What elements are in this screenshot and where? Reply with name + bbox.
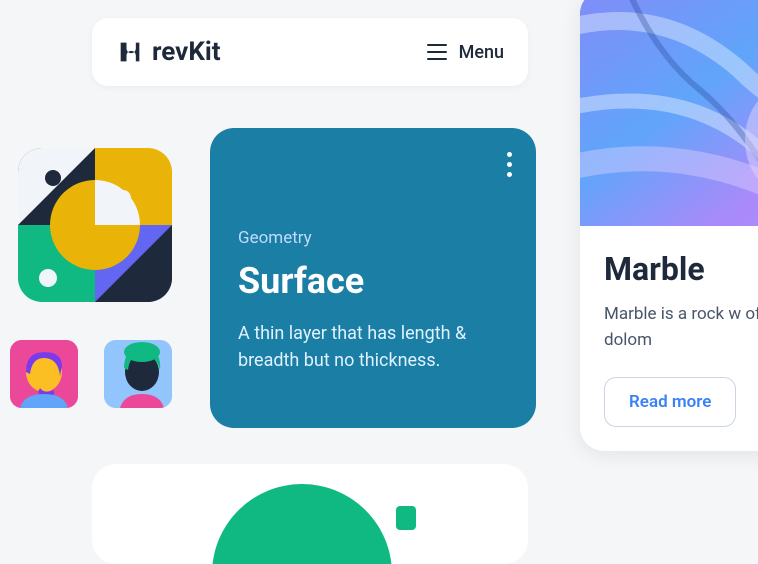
card-description: A thin layer that has length & breadth b… bbox=[238, 320, 508, 374]
green-accent-graphic bbox=[396, 506, 416, 530]
green-circle-graphic bbox=[212, 484, 392, 564]
menu-button[interactable]: Menu bbox=[427, 42, 504, 63]
marble-title: Marble bbox=[604, 250, 758, 288]
marble-description: Marble is a rock w of calcite or dolom bbox=[604, 302, 758, 353]
logo-text: revKit bbox=[152, 37, 221, 67]
avatar-pink[interactable] bbox=[10, 340, 78, 408]
header-bar: revKit Menu bbox=[92, 18, 528, 86]
read-more-button[interactable]: Read more bbox=[604, 377, 736, 427]
marble-content: Marble Marble is a rock w of calcite or … bbox=[580, 226, 758, 451]
card-title: Surface bbox=[238, 260, 508, 302]
more-vertical-icon[interactable] bbox=[507, 152, 512, 177]
surface-card[interactable]: Geometry Surface A thin layer that has l… bbox=[210, 128, 536, 428]
hamburger-icon bbox=[427, 44, 447, 60]
avatar-blue[interactable] bbox=[104, 340, 172, 408]
geometric-art-card[interactable] bbox=[18, 148, 172, 302]
marble-image bbox=[580, 0, 758, 226]
marble-card[interactable]: Marble Marble is a rock w of calcite or … bbox=[580, 0, 758, 451]
logo[interactable]: revKit bbox=[116, 37, 221, 67]
menu-label: Menu bbox=[459, 42, 504, 63]
card-category: Geometry bbox=[238, 228, 508, 248]
bottom-card[interactable] bbox=[92, 464, 528, 564]
logo-icon bbox=[116, 38, 144, 66]
